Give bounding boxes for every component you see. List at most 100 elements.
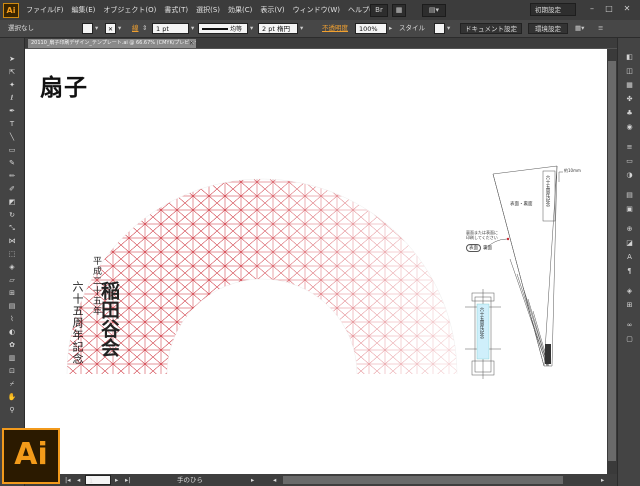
character-panel-icon[interactable]: A	[623, 252, 636, 262]
diagram-label-c: 表面	[466, 244, 481, 252]
horizontal-scroll-thumb[interactable]	[283, 476, 563, 484]
hand-tool-icon[interactable]: ✋	[5, 392, 19, 402]
document-setup-button[interactable]: ドキュメント設定	[460, 23, 522, 34]
navigator-panel-icon[interactable]: ▢	[623, 334, 636, 344]
gradient-panel-icon[interactable]: ▭	[623, 156, 636, 166]
brush-definition[interactable]: 2 pt 楕円	[258, 23, 298, 34]
control-menu-icon[interactable]: ≡	[598, 23, 603, 34]
menu-type[interactable]: 書式(T)	[160, 0, 192, 20]
profile-dropdown-icon[interactable]: ▾	[250, 23, 253, 34]
document-tab[interactable]: 20110_扇子印刷デザイン_テンプレート.ai @ 66.67% (CMYK/…	[28, 39, 196, 48]
perspective-grid-tool-icon[interactable]: ▱	[5, 275, 19, 285]
paragraph-panel-icon[interactable]: ¶	[623, 266, 636, 276]
direct-selection-tool-icon[interactable]: ⇱	[5, 67, 19, 77]
arrange-icon[interactable]: ▦▾	[575, 23, 584, 34]
lasso-tool-icon[interactable]: ℓ	[5, 93, 19, 103]
first-artboard-icon[interactable]: |◂	[65, 475, 70, 485]
artboard-canvas[interactable]: 扇子 平成二十五年 稲田谷会 六十五周年記念 六十五周年記念 六十五周年記念 約…	[25, 49, 607, 474]
stroke-dropdown-icon[interactable]: ▾	[118, 23, 121, 34]
links-panel-icon[interactable]: ∞	[623, 320, 636, 330]
status-menu-icon[interactable]: ▸	[251, 475, 254, 485]
scroll-right-icon[interactable]: ▸	[601, 475, 604, 485]
graphic-styles-icon[interactable]: ◉	[623, 122, 636, 132]
opacity-dropdown-icon[interactable]: ▸	[389, 23, 392, 34]
stroke-label[interactable]: 線	[132, 23, 139, 34]
rotate-tool-icon[interactable]: ↻	[5, 210, 19, 220]
mesh-tool-icon[interactable]: ⊞	[5, 288, 19, 298]
menu-view[interactable]: 表示(V)	[256, 0, 288, 20]
fan-artwork	[66, 165, 563, 379]
tab-close-icon[interactable]: ✕	[189, 39, 194, 48]
next-artboard-icon[interactable]: ▸	[115, 475, 118, 485]
vertical-scroll-thumb[interactable]	[608, 61, 616, 461]
fill-dropdown-icon[interactable]: ▾	[95, 23, 98, 34]
shape-builder-tool-icon[interactable]: ◈	[5, 262, 19, 272]
menu-file[interactable]: ファイル(F)	[22, 0, 68, 20]
zoom-tool-icon[interactable]: ⚲	[5, 405, 19, 415]
scroll-left-icon[interactable]: ◂	[273, 475, 276, 485]
line-tool-icon[interactable]: ╲	[5, 132, 19, 142]
variable-width-profile[interactable]: 均等	[198, 23, 248, 34]
selection-tool-icon[interactable]: ➤	[5, 54, 19, 64]
brushes-panel-icon[interactable]: ✤	[623, 94, 636, 104]
color-panel-icon[interactable]: ◧	[623, 52, 636, 62]
eraser-tool-icon[interactable]: ◩	[5, 197, 19, 207]
artboard-tool-icon[interactable]: ⊡	[5, 366, 19, 376]
stroke-width-input[interactable]: 1 pt	[152, 23, 189, 34]
brush-dropdown-icon[interactable]: ▾	[300, 23, 303, 34]
graphic-styles-panel-icon[interactable]: ▣	[623, 204, 636, 214]
artboards-panel-icon[interactable]: ⊞	[623, 300, 636, 310]
opacity-label[interactable]: 不透明度	[322, 23, 348, 34]
align-panel-icon[interactable]: ⊕	[623, 224, 636, 234]
minimize-icon[interactable]: –	[584, 3, 600, 15]
bridge-icon[interactable]: Br	[370, 4, 388, 17]
paintbrush-tool-icon[interactable]: ✎	[5, 158, 19, 168]
style-swatch[interactable]	[434, 23, 445, 34]
eyedropper-tool-icon[interactable]: ⌇	[5, 314, 19, 324]
layout-icon[interactable]: ▤▾	[422, 4, 446, 17]
preferences-button[interactable]: 環境設定	[528, 23, 568, 34]
vertical-scrollbar[interactable]	[607, 49, 617, 474]
stroke-swatch[interactable]: ✕	[105, 23, 116, 34]
menu-effect[interactable]: 効果(C)	[224, 0, 256, 20]
column-graph-tool-icon[interactable]: ▥	[5, 353, 19, 363]
artboard-number-input[interactable]: 1	[85, 475, 111, 485]
stroke-panel-icon[interactable]: ≡	[623, 142, 636, 152]
menu-edit[interactable]: 編集(E)	[68, 0, 100, 20]
workspace-switcher[interactable]: 初期設定	[530, 3, 576, 16]
layers-panel-icon[interactable]: ◈	[623, 286, 636, 296]
color-guide-icon[interactable]: ◫	[623, 66, 636, 76]
menu-window[interactable]: ウィンドウ(W)	[289, 0, 344, 20]
transparency-panel-icon[interactable]: ◑	[623, 170, 636, 180]
close-icon[interactable]: ✕	[619, 3, 635, 15]
pathfinder-panel-icon[interactable]: ◪	[623, 238, 636, 248]
fill-swatch[interactable]	[82, 23, 93, 34]
prev-artboard-icon[interactable]: ◂	[77, 475, 80, 485]
menu-object[interactable]: オブジェクト(O)	[99, 0, 160, 20]
last-artboard-icon[interactable]: ▸|	[125, 475, 130, 485]
magic-wand-tool-icon[interactable]: ✦	[5, 80, 19, 90]
style-dropdown-icon[interactable]: ▾	[447, 23, 450, 34]
rectangle-tool-icon[interactable]: ▭	[5, 145, 19, 155]
diagram-note-b: 裏面または表面に印刷してください	[466, 230, 498, 240]
free-transform-tool-icon[interactable]: ⬚	[5, 249, 19, 259]
stroke-width-dropdown-icon[interactable]: ▾	[191, 23, 194, 34]
type-tool-icon[interactable]: T	[5, 119, 19, 129]
opacity-input[interactable]: 100%	[355, 23, 387, 34]
maximize-icon[interactable]: □	[601, 3, 617, 15]
slice-tool-icon[interactable]: ⌿	[5, 379, 19, 389]
gradient-tool-icon[interactable]: ▤	[5, 301, 19, 311]
width-tool-icon[interactable]: ⋈	[5, 236, 19, 246]
appearance-panel-icon[interactable]: ▤	[623, 190, 636, 200]
pencil-tool-icon[interactable]: ✏	[5, 171, 19, 181]
scale-tool-icon[interactable]: ⤡	[5, 223, 19, 233]
stroke-stepper-icon[interactable]: ⇕	[142, 23, 147, 34]
swatches-panel-icon[interactable]: ▦	[623, 80, 636, 90]
arrange-docs-icon[interactable]: ▦	[392, 4, 406, 17]
symbols-panel-icon[interactable]: ♣	[623, 108, 636, 118]
menu-select[interactable]: 選択(S)	[192, 0, 224, 20]
blob-brush-tool-icon[interactable]: ✐	[5, 184, 19, 194]
blend-tool-icon[interactable]: ◐	[5, 327, 19, 337]
symbol-sprayer-tool-icon[interactable]: ✿	[5, 340, 19, 350]
pen-tool-icon[interactable]: ✒	[5, 106, 19, 116]
